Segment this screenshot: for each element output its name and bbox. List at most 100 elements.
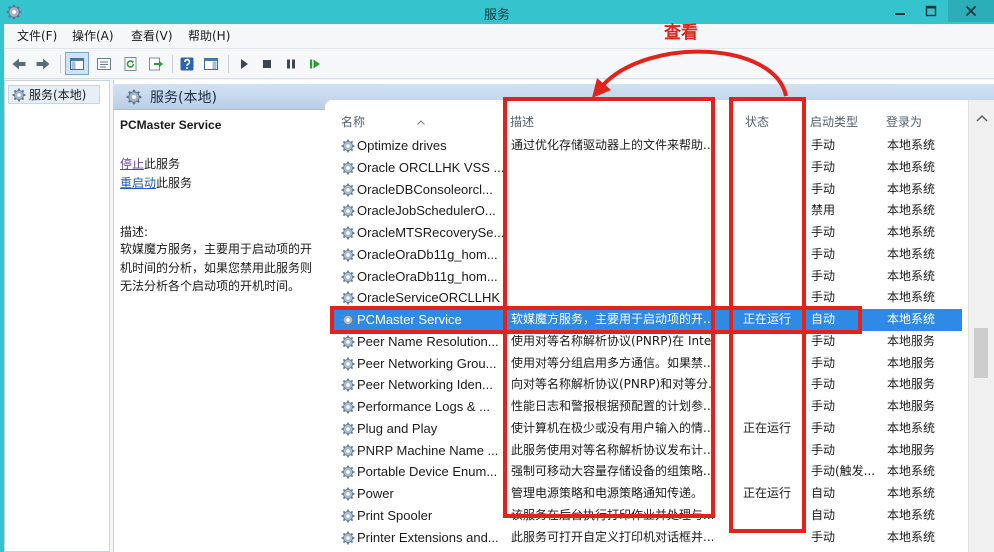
service-gear-icon bbox=[341, 291, 355, 305]
service-startup-type: 手动 bbox=[811, 181, 836, 196]
service-row[interactable]: OracleJobSchedulerO... 禁用 本地系统 bbox=[333, 200, 962, 222]
vertical-scrollbar[interactable] bbox=[968, 100, 994, 552]
service-description: 通过优化存储驱动器上的文件来帮助... bbox=[511, 138, 713, 152]
description-label: 描述: bbox=[120, 225, 149, 239]
column-header-description[interactable]: 描述 bbox=[510, 112, 534, 132]
service-row[interactable]: Print Spooler 该服务在后台执行打印作业并处理与... 自动 本地系统 bbox=[333, 505, 962, 527]
forward-arrow-icon[interactable] bbox=[34, 55, 52, 73]
close-button[interactable] bbox=[948, 0, 994, 22]
service-row[interactable]: OracleServiceORCLLHK 手动 本地系统 bbox=[333, 287, 962, 309]
service-startup-type: 手动 bbox=[811, 529, 836, 544]
service-log-on-as: 本地系统 bbox=[887, 464, 936, 479]
service-name: Power bbox=[357, 486, 394, 501]
service-log-on-as: 本地系统 bbox=[887, 529, 936, 544]
title-bar[interactable]: 服务 bbox=[0, 0, 994, 24]
service-gear-icon bbox=[341, 183, 355, 197]
service-row[interactable]: Peer Networking Grou... 使用对等分组启用多方通信。如果禁.… bbox=[333, 353, 962, 375]
export-list-icon[interactable] bbox=[147, 55, 165, 73]
menu-file[interactable]: 文件(F) bbox=[17, 24, 57, 48]
service-row[interactable]: Portable Device Enum... 强制可移动大容量存储设备的组策略.… bbox=[333, 461, 962, 483]
restart-service-suffix: 此服务 bbox=[156, 176, 193, 190]
scrollbar-thumb[interactable] bbox=[974, 328, 988, 378]
service-startup-type: 手动 bbox=[811, 246, 836, 261]
main-pane-title: 服务(本地) bbox=[150, 89, 217, 106]
service-log-on-as: 本地服务 bbox=[887, 399, 936, 413]
service-row[interactable]: Peer Networking Iden... 向对等名称解析协议(PNRP)和对… bbox=[333, 374, 962, 396]
refresh-icon[interactable] bbox=[122, 55, 140, 73]
service-gear-icon bbox=[341, 465, 355, 479]
tree-item-label: 服务(本地) bbox=[29, 88, 87, 102]
service-row[interactable]: Oracle ORCLLHK VSS ... 手动 本地系统 bbox=[333, 157, 962, 179]
service-startup-type: 手动 bbox=[811, 355, 836, 370]
start-service-icon[interactable] bbox=[235, 55, 253, 73]
menu-action[interactable]: 操作(A) bbox=[72, 24, 114, 48]
toolbar-separator bbox=[228, 55, 229, 73]
service-log-on-as: 本地系统 bbox=[887, 138, 936, 152]
service-log-on-as: 本地系统 bbox=[887, 203, 936, 218]
properties-icon[interactable] bbox=[95, 55, 113, 73]
service-log-on-as: 本地系统 bbox=[887, 181, 936, 196]
back-arrow-icon[interactable] bbox=[10, 55, 28, 73]
scroll-up-arrow-icon[interactable] bbox=[975, 112, 989, 126]
service-row[interactable]: OracleDBConsoleorcl... 手动 本地系统 bbox=[333, 179, 962, 201]
restart-service-line: 重启动此服务 bbox=[120, 174, 192, 191]
service-name: PCMaster Service bbox=[357, 312, 462, 327]
service-row-selected[interactable]: PCMaster Service 软媒魔方服务，主要用于启动项的开... 正在运行 自… bbox=[333, 309, 962, 331]
service-gear-icon bbox=[341, 270, 355, 284]
menu-view[interactable]: 查看(V) bbox=[131, 24, 173, 48]
service-startup-type: 自动 bbox=[811, 312, 836, 326]
service-gear-icon bbox=[341, 422, 355, 436]
menu-help[interactable]: 帮助(H) bbox=[188, 24, 230, 48]
stop-service-link[interactable]: 停止 bbox=[120, 157, 144, 171]
service-name: OracleDBConsoleorcl... bbox=[357, 181, 493, 197]
service-detail-pane: PCMaster Service 停止此服务 重启动此服务 描述: 软媒魔方服务… bbox=[115, 110, 325, 552]
help-icon[interactable] bbox=[178, 55, 196, 73]
service-log-on-as: 本地服务 bbox=[887, 355, 936, 370]
show-hide-action-pane-icon[interactable] bbox=[202, 55, 220, 73]
tree-item-services-local[interactable]: 服务(本地) bbox=[8, 85, 100, 104]
service-startup-type: 手动 bbox=[811, 442, 836, 457]
service-row[interactable]: OracleOraDb11g_hom... 手动 本地系统 bbox=[333, 266, 962, 288]
service-gear-icon bbox=[341, 161, 355, 175]
service-log-on-as: 本地系统 bbox=[887, 420, 936, 435]
column-header-startup-type[interactable]: 启动类型 bbox=[810, 112, 858, 132]
service-startup-type: 手动 bbox=[811, 399, 836, 413]
service-row[interactable]: Power 管理电源策略和电源策略通知传递。 正在运行 自动 本地系统 bbox=[333, 483, 962, 505]
service-row[interactable]: Optimize drives 通过优化存储驱动器上的文件来帮助... 手动 本地系统 bbox=[333, 135, 962, 157]
window-title: 服务 bbox=[483, 8, 510, 23]
service-name: PNRP Machine Name ... bbox=[357, 442, 499, 458]
stop-service-icon[interactable] bbox=[258, 55, 276, 73]
service-name: OracleMTSRecoverySe... bbox=[357, 225, 503, 240]
service-row[interactable]: Performance Logs & ... 性能日志和警报根据预配置的计划参..… bbox=[333, 396, 962, 418]
toolbar-separator bbox=[172, 55, 173, 73]
pause-service-icon[interactable] bbox=[282, 55, 300, 73]
service-row[interactable]: OracleMTSRecoverySe... 手动 本地系统 bbox=[333, 222, 962, 244]
column-header-name[interactable]: 名称 bbox=[341, 112, 365, 132]
column-header-status[interactable]: 状态 bbox=[745, 112, 769, 132]
service-startup-type: 手动 bbox=[811, 138, 836, 152]
restart-service-link[interactable]: 重启动 bbox=[120, 176, 156, 190]
service-name: Oracle ORCLLHK VSS ... bbox=[357, 159, 503, 175]
service-startup-type: 手动 bbox=[811, 333, 836, 348]
column-header-log-on-as[interactable]: 登录为 bbox=[886, 112, 922, 132]
service-row[interactable]: OracleOraDb11g_hom... 手动 本地系统 bbox=[333, 244, 962, 266]
minimize-button[interactable] bbox=[883, 0, 917, 22]
restart-service-icon[interactable] bbox=[306, 55, 324, 73]
stop-service-suffix: 此服务 bbox=[144, 157, 181, 171]
service-row[interactable]: Peer Name Resolution... 使用对等名称解析协议(PNRP)在… bbox=[333, 331, 962, 353]
show-hide-console-tree-icon[interactable] bbox=[65, 52, 89, 75]
service-row[interactable]: Printer Extensions and... 此服务可打开自定义打印机对话框… bbox=[333, 527, 962, 549]
service-name: Peer Networking Iden... bbox=[357, 377, 493, 393]
service-description: 向对等名称解析协议(PNRP)和对等分... bbox=[511, 377, 713, 392]
service-name: Performance Logs & ... bbox=[357, 399, 490, 414]
service-row[interactable]: PNRP Machine Name ... 此服务使用对等名称解析协议发布计...… bbox=[333, 440, 962, 462]
maximize-icon bbox=[925, 5, 937, 17]
maximize-button[interactable] bbox=[914, 0, 948, 22]
service-log-on-as: 本地系统 bbox=[887, 312, 936, 326]
service-description: 使计算机在极少或没有用户输入的情... bbox=[511, 420, 713, 435]
service-row[interactable]: Plug and Play 使计算机在极少或没有用户输入的情... 正在运行 手动 本地… bbox=[333, 418, 962, 440]
service-rows: Optimize drives 通过优化存储驱动器上的文件来帮助... 手动 本地系统… bbox=[333, 135, 962, 552]
service-description: 管理电源策略和电源策略通知传递。 bbox=[511, 486, 704, 500]
service-status: 正在运行 bbox=[743, 420, 792, 435]
service-log-on-as: 本地系统 bbox=[887, 159, 936, 174]
